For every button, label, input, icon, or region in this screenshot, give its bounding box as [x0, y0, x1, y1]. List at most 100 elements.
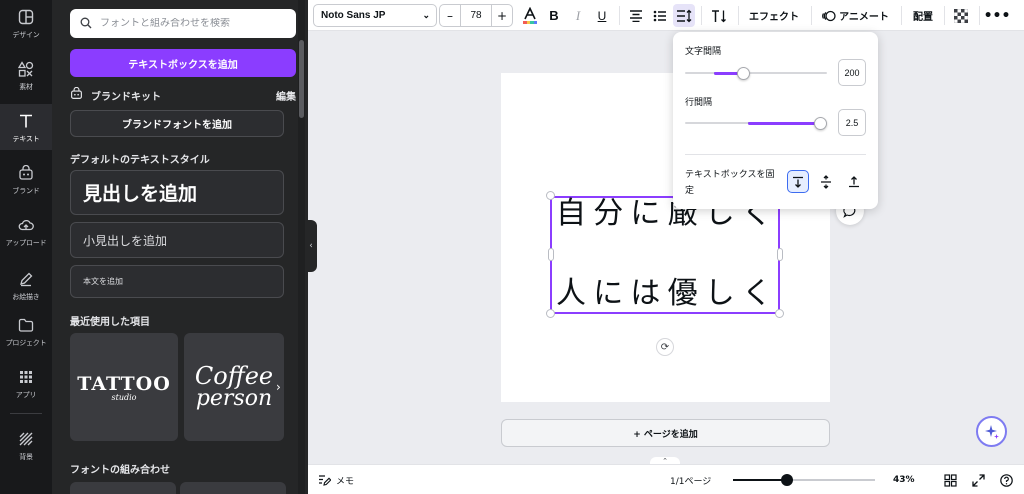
add-heading-button[interactable]: 見出しを追加 [70, 170, 284, 215]
rail-item-background[interactable]: 背景 [0, 422, 52, 468]
anchor-top-button[interactable] [787, 170, 809, 193]
spacing-button[interactable] [673, 4, 695, 27]
bottom-bar: メモ 1/1ページ 43% [308, 464, 1024, 494]
animate-button[interactable]: アニメート [818, 4, 893, 27]
folder-icon [16, 315, 36, 335]
add-body-text-button[interactable]: 本文を追加 [70, 265, 284, 298]
sparkle-icon [984, 424, 999, 439]
apps-grid-icon [16, 367, 36, 387]
zoom-slider[interactable] [733, 479, 875, 481]
fullscreen-button[interactable] [972, 465, 985, 494]
help-button[interactable] [1000, 465, 1013, 494]
transparency-button[interactable] [950, 4, 972, 27]
toolbar-divider [738, 6, 739, 25]
font-search-box[interactable] [70, 9, 296, 38]
notes-button[interactable]: メモ [318, 465, 354, 494]
anchor-bottom-button[interactable] [843, 170, 865, 193]
font-search-input[interactable] [100, 18, 290, 29]
panel-scrollbar[interactable] [299, 40, 304, 118]
font-size-increase-button[interactable]: + [492, 9, 512, 23]
recent-next-chevron-icon[interactable]: › [276, 380, 281, 394]
left-rail: デザイン 素材 テキスト ブランド アップロード お絵描き プロジェクト アプリ… [0, 0, 52, 494]
text-panel: テキストボックスを追加 ブランドキット 編集 ブランドフォントを追加 デフォルト… [52, 0, 308, 494]
vertical-text-button[interactable] [708, 4, 730, 27]
rail-item-uploads[interactable]: アップロード [0, 208, 52, 254]
recent-items-title: 最近使用した項目 [70, 317, 150, 328]
font-pair-thumb[interactable] [70, 482, 176, 494]
add-brand-font-button[interactable]: ブランドフォントを追加 [70, 110, 284, 137]
font-size-stepper: – + [439, 4, 513, 27]
rotate-icon: ⟳ [660, 341, 670, 353]
shapes-icon [16, 59, 36, 79]
search-icon [80, 14, 92, 33]
zoom-slider-fill [733, 479, 788, 481]
grid-view-button[interactable] [944, 465, 957, 494]
resize-handle-right[interactable] [777, 248, 783, 261]
bullet-list-button[interactable] [650, 4, 670, 27]
line-spacing-fill [748, 121, 821, 125]
line-spacing-slider[interactable] [685, 116, 827, 130]
page-indicator[interactable]: 1/1ページ [670, 465, 711, 494]
italic-icon: I [575, 7, 581, 23]
rotate-handle[interactable]: ⟳ [656, 338, 674, 356]
resize-handle-left[interactable] [548, 248, 554, 261]
letter-spacing-knob[interactable] [736, 66, 750, 80]
rail-label: 素材 [19, 82, 33, 91]
resize-handle-top-left[interactable] [546, 191, 555, 200]
rail-label: お絵描き [12, 292, 40, 301]
notes-icon [319, 475, 331, 486]
editor-toolbar: Noto Sans JP ⌄ – + B I U エフェクト アニメート 配置 … [308, 0, 1024, 31]
zoom-level[interactable]: 43% [893, 465, 915, 494]
underline-button[interactable]: U [592, 4, 612, 27]
brand-kit-label: ブランドキット [91, 91, 161, 103]
magic-assistant-button[interactable] [976, 416, 1007, 447]
font-family-value: Noto Sans JP [321, 10, 386, 21]
default-styles-title: デフォルトのテキストスタイル [70, 155, 210, 166]
recent-item-coffee[interactable]: Coffee person [184, 333, 284, 441]
add-textbox-button[interactable]: テキストボックスを追加 [70, 49, 296, 77]
zoom-slider-knob[interactable] [781, 474, 794, 486]
rail-item-draw[interactable]: お絵描き [0, 262, 52, 308]
collapse-panel-button[interactable]: ‹ [305, 220, 317, 272]
rail-item-brand[interactable]: ブランド [0, 156, 52, 202]
letter-spacing-slider[interactable] [685, 66, 827, 80]
rail-item-design[interactable]: デザイン [0, 0, 52, 46]
add-page-button[interactable]: + ページを追加 [501, 419, 830, 447]
font-family-select[interactable]: Noto Sans JP ⌄ [313, 4, 437, 27]
toolbar-divider [979, 6, 980, 25]
rail-item-elements[interactable]: 素材 [0, 52, 52, 98]
italic-button[interactable]: I [568, 4, 588, 27]
recent-item-tattoo[interactable]: TATTOO studio [70, 333, 178, 441]
resize-handle-bottom-left[interactable] [546, 309, 555, 318]
add-subheading-button[interactable]: 小見出しを追加 [70, 222, 284, 258]
font-size-input[interactable] [460, 5, 492, 26]
brand-kit-edit-link[interactable]: 編集 [276, 88, 296, 103]
toolbar-divider [811, 6, 812, 25]
animate-label: アニメート [839, 12, 889, 23]
help-icon [1000, 473, 1013, 487]
rail-item-projects[interactable]: プロジェクト [0, 308, 52, 354]
rail-item-text[interactable]: テキスト [0, 104, 52, 150]
bold-button[interactable]: B [544, 4, 564, 27]
effects-button[interactable]: エフェクト [744, 4, 804, 27]
toolbar-divider [619, 6, 620, 25]
anchor-middle-button[interactable] [815, 170, 837, 193]
font-size-decrease-button[interactable]: – [440, 9, 460, 23]
position-button[interactable]: 配置 [908, 4, 938, 27]
text-color-button[interactable] [519, 4, 541, 27]
resize-handle-bottom-right[interactable] [775, 309, 784, 318]
font-pairs-title: フォントの組み合わせ [70, 465, 170, 476]
line-spacing-input[interactable]: 2.5 [838, 109, 866, 136]
layout-icon [16, 7, 36, 27]
line-spacing-knob[interactable] [814, 116, 827, 130]
align-center-button[interactable] [626, 4, 646, 27]
rail-item-apps[interactable]: アプリ [0, 360, 52, 406]
letter-spacing-input[interactable]: 200 [838, 59, 866, 86]
more-options-button[interactable]: ••• [983, 4, 1011, 27]
font-pair-thumb[interactable] [180, 482, 286, 494]
rail-label: アップロード [5, 238, 47, 247]
background-pattern-icon [16, 429, 36, 449]
more-horizontal-icon: ••• [983, 7, 1011, 24]
canvas-text-line-2[interactable]: 人には優しく [556, 279, 780, 309]
text-color-icon [523, 6, 537, 24]
